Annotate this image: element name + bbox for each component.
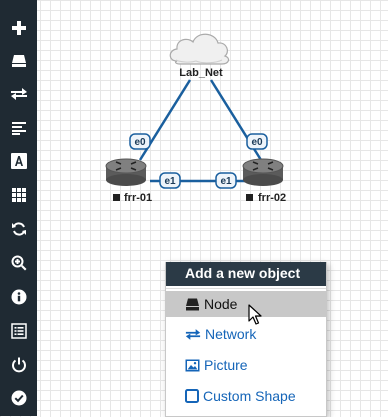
node-status-indicator bbox=[246, 194, 253, 201]
menu-item-custom-shape[interactable]: Custom Shape bbox=[166, 383, 326, 409]
svg-text:e1: e1 bbox=[164, 176, 176, 187]
cloud-icon[interactable] bbox=[169, 33, 230, 65]
svg-text:e1: e1 bbox=[220, 176, 232, 187]
menu-divider bbox=[166, 288, 326, 289]
menu-item-label: Picture bbox=[204, 357, 248, 373]
custom-shape-icon bbox=[185, 389, 199, 403]
interface-tag: e0 bbox=[129, 133, 151, 150]
menu-item-node[interactable]: Node bbox=[166, 291, 326, 317]
picture-icon bbox=[185, 359, 200, 371]
node-icon bbox=[186, 298, 199, 310]
router-icon[interactable] bbox=[242, 158, 284, 186]
cloud-label: Lab_Net bbox=[179, 67, 223, 79]
menu-item-label: Network bbox=[205, 326, 257, 342]
menu-item-label: Node bbox=[204, 296, 238, 312]
menu-title: Add a new object bbox=[166, 262, 326, 286]
svg-text:e0: e0 bbox=[134, 137, 146, 148]
svg-text:e0: e0 bbox=[251, 137, 263, 148]
add-object-menu: Add a new object Node Network Picture Cu… bbox=[165, 262, 327, 417]
network-icon bbox=[185, 328, 201, 340]
router-label: frr-01 bbox=[124, 192, 152, 204]
router-label: frr-02 bbox=[258, 192, 286, 204]
menu-item-label: Custom Shape bbox=[203, 388, 296, 404]
menu-item-network[interactable]: Network bbox=[166, 321, 326, 347]
mouse-cursor-icon bbox=[248, 304, 262, 325]
interface-tag: e1 bbox=[215, 172, 237, 189]
interface-tag: e0 bbox=[246, 133, 268, 150]
router-icon[interactable] bbox=[105, 158, 147, 186]
interface-tag: e1 bbox=[159, 172, 181, 189]
node-status-indicator bbox=[113, 194, 120, 201]
menu-item-picture[interactable]: Picture bbox=[166, 352, 326, 378]
